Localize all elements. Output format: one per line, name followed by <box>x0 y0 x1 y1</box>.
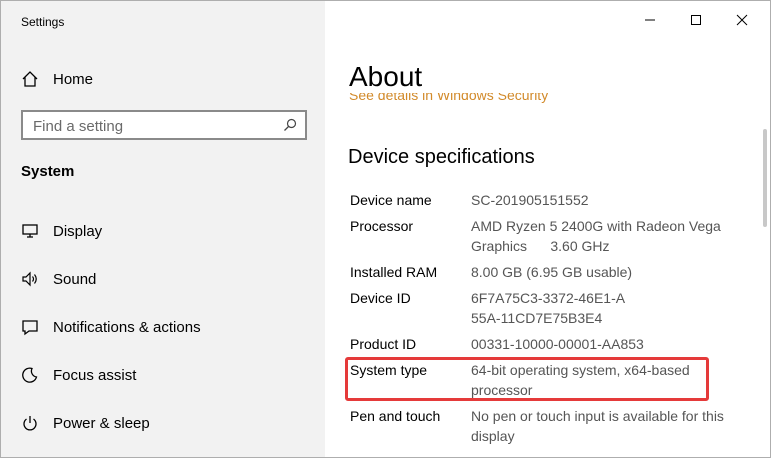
home-nav-item[interactable]: Home <box>21 68 93 90</box>
spec-key: Device ID <box>350 290 411 306</box>
search-input[interactable] <box>33 116 273 136</box>
spec-key: Pen and touch <box>350 408 441 424</box>
search-box[interactable] <box>21 110 307 140</box>
app-title: Settings <box>21 15 65 29</box>
spec-value: No pen or touch input is available for t… <box>471 408 724 444</box>
power-icon <box>21 414 39 432</box>
sidebar-item-label: Display <box>53 222 103 240</box>
spec-value: AMD Ryzen 5 2400G with Radeon Vega Graph… <box>471 218 725 254</box>
spec-value: 00331-10000-00001-AA853 <box>471 336 644 352</box>
sidebar-item-label: Focus assist <box>53 366 137 384</box>
sound-icon <box>21 270 39 288</box>
spec-value: 6F7A75C3-3372-46E1-A55A-11CD7E75B3E4 <box>471 290 626 326</box>
home-icon <box>21 70 39 88</box>
main-content: About See details in Windows Security De… <box>325 1 770 457</box>
sidebar-item-sound[interactable]: Sound <box>21 267 96 291</box>
windows-security-link[interactable]: See details in Windows Security <box>349 93 548 105</box>
home-label: Home <box>53 70 94 88</box>
device-specifications-heading: Device specifications <box>348 146 535 168</box>
spec-key: Product ID <box>350 336 417 352</box>
spec-key: Processor <box>350 218 414 234</box>
notifications-icon <box>21 318 39 336</box>
focus-assist-icon <box>21 366 39 384</box>
spec-key: Device name <box>350 192 432 208</box>
sidebar-item-label: Notifications & actions <box>53 318 201 336</box>
settings-window: Settings Home System Display Sound <box>0 0 771 458</box>
display-icon <box>21 222 39 240</box>
scrollbar-thumb[interactable] <box>763 129 767 227</box>
sidebar-item-label: Power & sleep <box>53 414 150 432</box>
windows-security-link-text: See details in Windows Security <box>349 93 549 103</box>
spec-key: Installed RAM <box>350 264 438 280</box>
sidebar-item-label: Sound <box>53 270 97 288</box>
search-icon[interactable] <box>283 118 297 132</box>
sidebar: Settings Home System Display Sound <box>1 1 325 457</box>
sidebar-item-notifications[interactable]: Notifications & actions <box>21 315 201 339</box>
spec-value: 8.00 GB (6.95 GB usable) <box>471 264 633 280</box>
sidebar-item-focus-assist[interactable]: Focus assist <box>21 363 136 387</box>
sidebar-item-power-sleep[interactable]: Power & sleep <box>21 411 150 435</box>
system-type-highlight <box>345 357 709 401</box>
spec-value: SC-201905151552 <box>471 192 589 208</box>
page-title: About <box>349 61 423 92</box>
section-label-system: System <box>21 163 75 180</box>
sidebar-item-display[interactable]: Display <box>21 219 102 243</box>
